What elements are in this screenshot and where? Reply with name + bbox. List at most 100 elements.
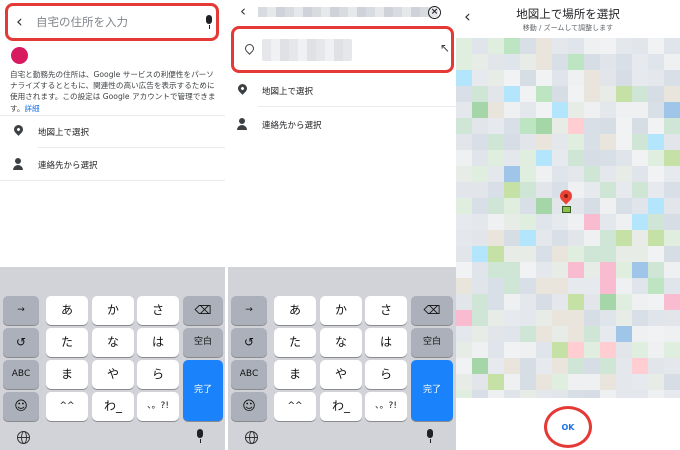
- map-tile: [584, 278, 600, 294]
- key-ya[interactable]: や: [320, 360, 362, 389]
- map-tile: [504, 246, 520, 262]
- back-icon[interactable]: ‹: [464, 9, 471, 26]
- backspace-key[interactable]: ⌫: [411, 296, 453, 325]
- key-a[interactable]: あ: [46, 296, 88, 325]
- map-tile: [520, 278, 536, 294]
- key-ma[interactable]: ま: [274, 360, 316, 389]
- choose-on-map-option[interactable]: 地図上で選択: [236, 82, 436, 98]
- key-a[interactable]: あ: [274, 296, 316, 325]
- map-tile: [568, 102, 584, 118]
- map-tile: [584, 326, 600, 342]
- map-tile: [504, 134, 520, 150]
- key-ha[interactable]: は: [365, 328, 407, 357]
- key-ta[interactable]: た: [46, 328, 88, 357]
- key-ha[interactable]: は: [137, 328, 179, 357]
- map-tile: [552, 214, 568, 230]
- key-ma[interactable]: ま: [46, 360, 88, 389]
- map-tile: [472, 390, 488, 398]
- map-tile: [536, 166, 552, 182]
- map-tile: [664, 134, 680, 150]
- space-key[interactable]: 空白: [183, 328, 223, 357]
- map-tile: [600, 310, 616, 326]
- map-tile: [616, 166, 632, 182]
- address-suggestion-panel: ‹ × ↖ 地図上で選択 連絡先から選択 → あ か さ ⌫ ↺ た な は 空…: [228, 0, 456, 450]
- map-tile: [536, 262, 552, 278]
- backspace-icon: ⌫: [194, 303, 212, 317]
- arrow-key[interactable]: →: [3, 296, 39, 325]
- backspace-key[interactable]: ⌫: [183, 296, 223, 325]
- key-ra[interactable]: ら: [365, 360, 407, 389]
- map-tile: [536, 118, 552, 134]
- key-kaomoji[interactable]: ^^: [274, 392, 316, 421]
- divider: [38, 147, 225, 148]
- map-tile: [536, 246, 552, 262]
- key-sa[interactable]: さ: [137, 296, 179, 325]
- ok-button[interactable]: OK: [456, 423, 680, 432]
- key-ra[interactable]: ら: [137, 360, 179, 389]
- map-tile: [648, 326, 664, 342]
- key-punctuation[interactable]: 、。?!: [137, 392, 179, 421]
- map-tile: [504, 374, 520, 390]
- map-tile: [584, 262, 600, 278]
- map-tile: [488, 166, 504, 182]
- mic-icon[interactable]: [196, 429, 204, 443]
- north-west-arrow-icon[interactable]: ↖: [440, 41, 450, 55]
- arrow-key[interactable]: →: [231, 296, 267, 325]
- map-tile: [584, 134, 600, 150]
- back-icon[interactable]: ‹: [16, 14, 23, 31]
- emoji-key[interactable]: ☺: [231, 392, 267, 421]
- map-tile: [504, 118, 520, 134]
- clear-icon[interactable]: ×: [428, 6, 441, 19]
- key-ka[interactable]: か: [320, 296, 362, 325]
- choose-on-map-option[interactable]: 地図上で選択: [12, 123, 212, 139]
- key-punctuation[interactable]: 、。?!: [365, 392, 407, 421]
- key-wa[interactable]: わ_: [320, 392, 362, 421]
- choose-from-contacts-option[interactable]: 連絡先から選択: [236, 118, 436, 132]
- map-tile: [504, 102, 520, 118]
- key-ta[interactable]: た: [274, 328, 316, 357]
- key-ka[interactable]: か: [92, 296, 134, 325]
- map-tile: [600, 230, 616, 246]
- home-address-panel: ‹ 自宅の住所を入力 自宅と勤務先の住所は、Google サービスの利便性をパー…: [0, 0, 225, 450]
- search-bar[interactable]: ‹ ×: [228, 0, 456, 26]
- abc-key[interactable]: ABC: [3, 360, 39, 389]
- key-na[interactable]: な: [320, 328, 362, 357]
- keyboard: → あ か さ ⌫ ↺ た な は 空白 ABC ま や ら 完了 ☺ ^^ わ…: [228, 267, 456, 450]
- globe-icon[interactable]: [17, 431, 30, 444]
- details-link[interactable]: 詳細: [24, 104, 39, 113]
- choose-from-contacts-option[interactable]: 連絡先から選択: [12, 158, 212, 172]
- map-tile: [488, 118, 504, 134]
- emoji-key[interactable]: ☺: [3, 392, 39, 421]
- done-key[interactable]: 完了: [183, 360, 223, 421]
- map-tile: [536, 358, 552, 374]
- abc-key[interactable]: ABC: [231, 360, 267, 389]
- space-key[interactable]: 空白: [411, 328, 453, 357]
- key-na[interactable]: な: [92, 328, 134, 357]
- globe-icon[interactable]: [245, 431, 258, 444]
- key-sa[interactable]: さ: [365, 296, 407, 325]
- done-key[interactable]: 完了: [411, 360, 453, 421]
- mic-icon[interactable]: [205, 15, 213, 29]
- map-view[interactable]: [456, 38, 680, 398]
- key-kaomoji[interactable]: ^^: [46, 392, 88, 421]
- back-icon[interactable]: ‹: [240, 4, 246, 19]
- map-tile: [456, 150, 472, 166]
- key-ya[interactable]: や: [92, 360, 134, 389]
- map-tile: [616, 246, 632, 262]
- map-tile: [600, 214, 616, 230]
- home-address-search-box[interactable]: ‹ 自宅の住所を入力: [5, 3, 219, 41]
- map-tile: [456, 182, 472, 198]
- map-tile: [504, 358, 520, 374]
- map-tile: [472, 310, 488, 326]
- key-wa[interactable]: わ_: [92, 392, 134, 421]
- map-tile: [616, 310, 632, 326]
- mic-icon[interactable]: [426, 429, 434, 443]
- map-tile: [568, 342, 584, 358]
- undo-key[interactable]: ↺: [231, 328, 267, 357]
- map-tile: [472, 246, 488, 262]
- undo-key[interactable]: ↺: [3, 328, 39, 357]
- map-tile: [664, 246, 680, 262]
- map-tile: [664, 70, 680, 86]
- address-suggestion[interactable]: ↖: [231, 26, 454, 73]
- map-tile: [648, 358, 664, 374]
